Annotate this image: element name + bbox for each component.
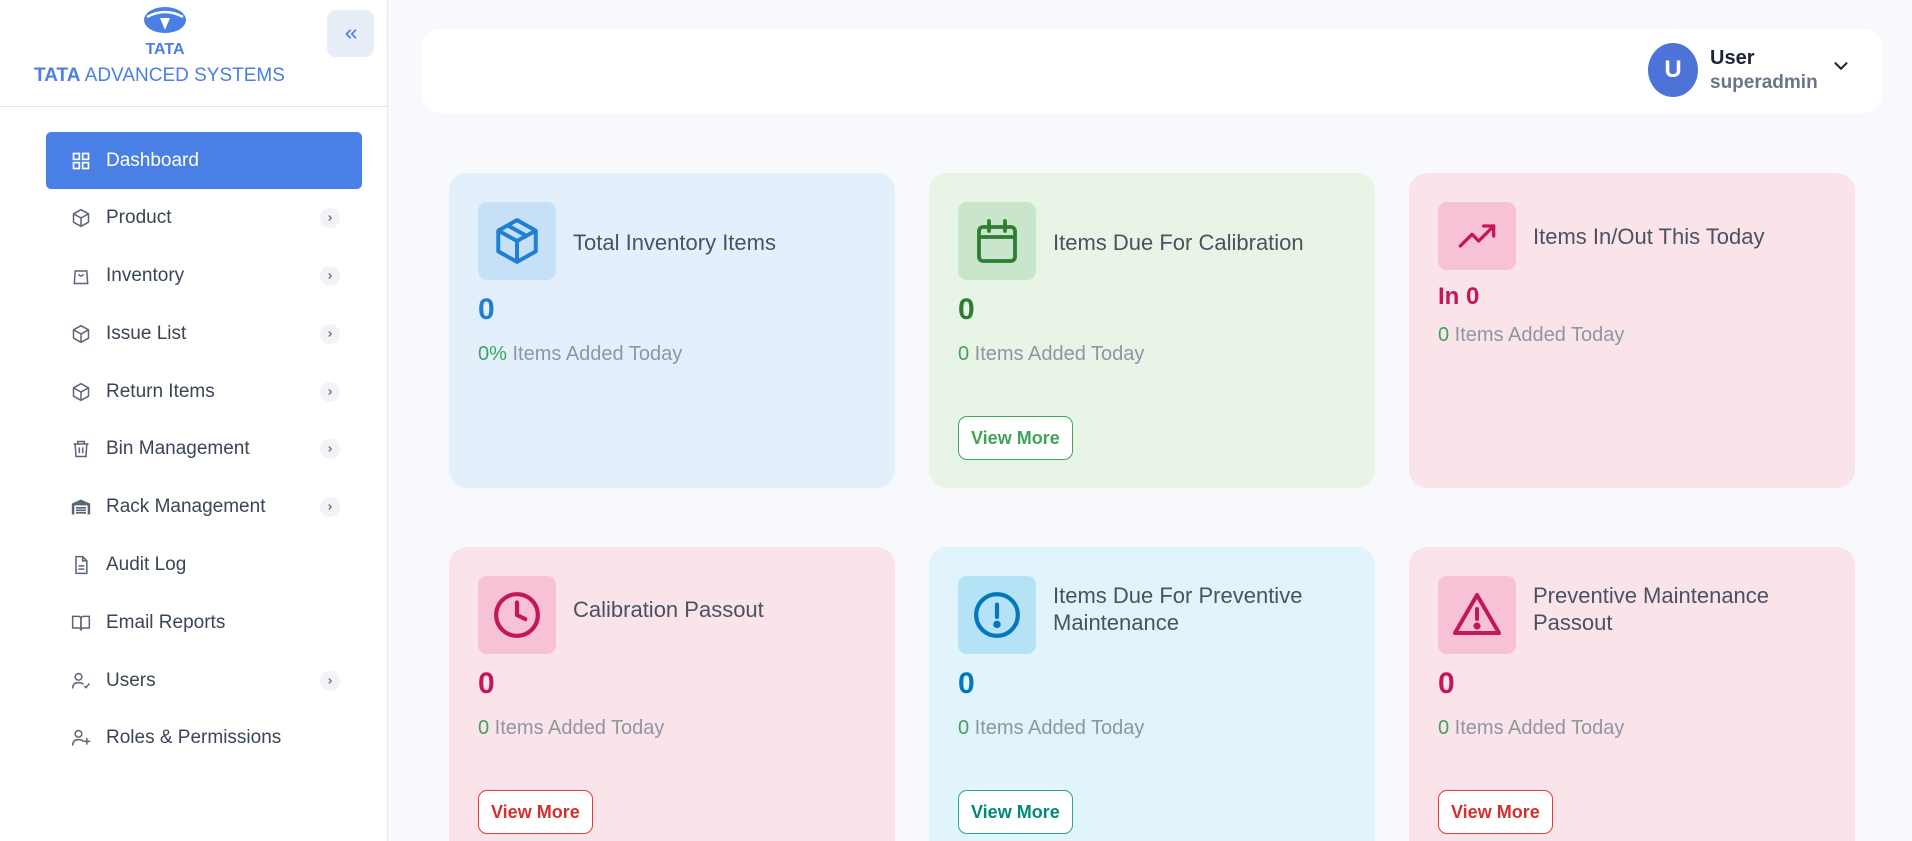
trash-icon — [70, 438, 92, 460]
card-value: 0 — [958, 293, 975, 326]
sidebar-item-label: Dashboard — [106, 149, 199, 171]
top-bar: U User superadmin — [422, 29, 1882, 113]
sidebar-item-product[interactable]: Product — [46, 190, 362, 247]
document-icon — [70, 554, 92, 576]
user-role: superadmin — [1710, 72, 1818, 93]
card-subtext: 0 Items Added Today — [1438, 324, 1625, 346]
cube-icon — [70, 381, 92, 403]
book-icon — [70, 612, 92, 634]
card-subtext: 0% Items Added Today — [478, 343, 683, 365]
sidebar-item-label: Inventory — [106, 265, 185, 287]
user-check-icon — [70, 670, 92, 692]
cube-icon — [70, 207, 92, 229]
sidebar-item-email-reports[interactable]: Email Reports — [46, 594, 362, 651]
sidebar-item-return-items[interactable]: Return Items — [46, 363, 362, 420]
chevron-right-icon — [320, 266, 340, 287]
card-title: Total Inventory Items — [573, 230, 776, 255]
card-due-calibration: Items Due For Calibration 0 0 Items Adde… — [929, 173, 1375, 488]
chevron-right-icon — [320, 208, 340, 229]
svg-text:TATA ADVANCED SYSTEMS: TATA ADVANCED SYSTEMS — [34, 65, 285, 85]
card-title: Items Due For Calibration — [1053, 230, 1304, 255]
clock-icon — [478, 576, 556, 654]
card-value: In 0 — [1438, 283, 1480, 310]
card-title: Preventive Maintenance Passout — [1533, 583, 1770, 635]
grid-icon — [70, 150, 92, 172]
card-title: Items In/Out This Today — [1533, 224, 1765, 249]
card-total-inventory: Total Inventory Items 0 0% Items Added T… — [449, 173, 895, 488]
view-more-button[interactable]: View More — [958, 790, 1073, 834]
card-subtext: 0 Items Added Today — [478, 717, 665, 739]
card-in-out-today: Items In/Out This Today In 0 0 Items Add… — [1409, 173, 1855, 488]
user-plus-icon — [70, 727, 92, 749]
sidebar-item-label: Bin Management — [106, 438, 250, 460]
sidebar: TATA TATA ADVANCED SYSTEMS Dashboard Pro… — [0, 0, 388, 841]
sidebar-item-label: Return Items — [106, 380, 215, 402]
view-more-button[interactable]: View More — [1438, 790, 1553, 834]
trending-up-icon — [1438, 202, 1516, 270]
sidebar-item-label: Email Reports — [106, 611, 226, 633]
sidebar-item-label: Product — [106, 207, 172, 229]
view-more-button[interactable]: View More — [958, 416, 1073, 460]
chevron-right-icon — [320, 323, 340, 344]
sidebar-item-users[interactable]: Users — [46, 652, 362, 709]
sidebar-item-inventory[interactable]: Inventory — [46, 248, 362, 305]
sidebar-item-label: Roles & Permissions — [106, 727, 282, 749]
card-subtext: 0 Items Added Today — [1438, 717, 1625, 739]
chevron-right-icon — [320, 439, 340, 460]
sidebar-item-bin-management[interactable]: Bin Management — [46, 421, 362, 478]
cube-icon — [70, 323, 92, 345]
sidebar-item-issue-list[interactable]: Issue List — [46, 305, 362, 362]
sidebar-item-label: Users — [106, 669, 156, 691]
card-subtext: 0 Items Added Today — [958, 717, 1145, 739]
chevron-down-icon — [1834, 62, 1848, 71]
card-value: 0 — [958, 667, 975, 700]
user-name: User — [1710, 47, 1755, 69]
chevron-right-icon — [320, 497, 340, 518]
warehouse-icon — [70, 496, 92, 518]
sidebar-item-label: Issue List — [106, 322, 187, 344]
chevrons-left-icon — [345, 28, 356, 39]
sidebar-item-audit-log[interactable]: Audit Log — [46, 537, 362, 594]
card-preventive-passout: Preventive Maintenance Passout 0 0 Items… — [1409, 547, 1855, 841]
view-more-button[interactable]: View More — [478, 790, 593, 834]
chevron-right-icon — [320, 381, 340, 402]
box-icon — [478, 202, 556, 280]
sidebar-item-roles-permissions[interactable]: Roles & Permissions — [46, 710, 362, 767]
card-due-preventive: Items Due For Preventive Maintenance 0 0… — [929, 547, 1375, 841]
card-value: 0 — [478, 667, 495, 700]
warning-triangle-icon — [1438, 576, 1516, 654]
avatar[interactable]: U — [1648, 43, 1698, 97]
logo-area: TATA TATA ADVANCED SYSTEMS — [0, 0, 388, 107]
sidebar-item-dashboard[interactable]: Dashboard — [46, 132, 362, 189]
card-value: 0 — [1438, 667, 1455, 700]
card-subtext: 0 Items Added Today — [958, 343, 1145, 365]
user-menu-dropdown[interactable] — [1830, 55, 1852, 77]
calendar-icon — [958, 202, 1036, 280]
card-value: 0 — [478, 293, 495, 326]
chevron-right-icon — [320, 670, 340, 691]
card-title: Items Due For Preventive Maintenance — [1053, 583, 1303, 635]
card-calibration-passout: Calibration Passout 0 0 Items Added Toda… — [449, 547, 895, 841]
sidebar-nav: Dashboard Product Inventory Issue List R… — [46, 132, 362, 768]
alert-circle-icon — [958, 576, 1036, 654]
svg-text:TATA: TATA — [145, 41, 185, 58]
tata-advanced-systems-logo[interactable]: TATA TATA ADVANCED SYSTEMS — [34, 3, 296, 86]
sidebar-item-label: Audit Log — [106, 554, 187, 576]
sidebar-item-label: Rack Management — [106, 496, 266, 518]
card-title: Calibration Passout — [573, 597, 764, 622]
sidebar-item-rack-management[interactable]: Rack Management — [46, 479, 362, 536]
collapse-sidebar-button[interactable] — [327, 10, 374, 57]
bag-icon — [70, 265, 92, 287]
